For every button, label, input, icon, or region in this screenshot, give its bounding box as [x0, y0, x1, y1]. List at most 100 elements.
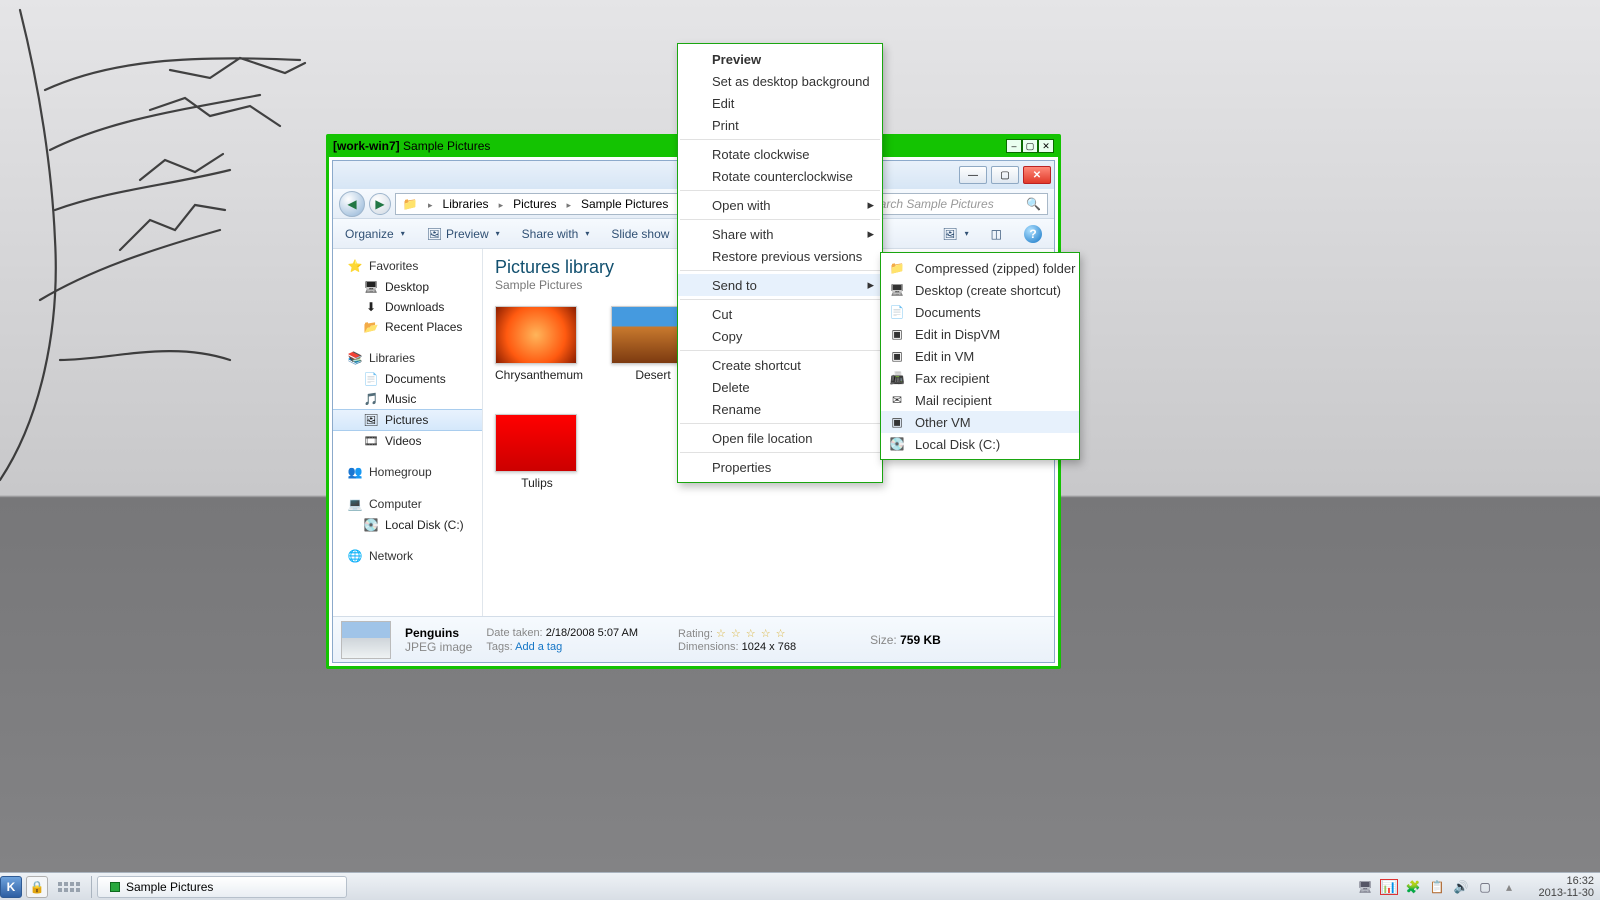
thumb-chrysanthemum[interactable]: Chrysanthemum	[495, 306, 579, 388]
submenu-icon: 📄	[889, 304, 905, 320]
tray-volume-icon[interactable]: 🔊	[1452, 879, 1470, 895]
menu-item[interactable]: Set as desktop background	[678, 70, 882, 92]
menu-item[interactable]: Copy	[678, 325, 882, 347]
preview-pane-button[interactable]: ◫	[991, 227, 1002, 241]
nav-localdisk[interactable]: 💽Local Disk (C:)	[333, 515, 482, 535]
folder-icon: 📁	[402, 197, 418, 211]
nav-libraries[interactable]: 📚Libraries	[333, 347, 482, 369]
kde-start-button[interactable]: K	[0, 876, 22, 898]
tray-clipboard-icon[interactable]: 📋	[1428, 879, 1446, 895]
slideshow-button[interactable]: Slide show	[611, 227, 669, 241]
outer-title-prefix: [work-win7]	[333, 139, 400, 153]
nav-downloads[interactable]: ⬇Downloads	[333, 297, 482, 317]
inner-close-button[interactable]: ✕	[1023, 166, 1051, 184]
nav-pictures[interactable]: 🖼Pictures	[333, 409, 482, 431]
crumb-libraries[interactable]: Libraries	[443, 197, 489, 211]
nav-music[interactable]: 🎵Music	[333, 389, 482, 409]
submenu-item[interactable]: ▣Edit in DispVM	[881, 323, 1079, 345]
submenu-icon: ▣	[889, 348, 905, 364]
submenu-icon: 📁	[889, 260, 905, 276]
nav-videos[interactable]: 🎞Videos	[333, 431, 482, 451]
details-type: JPEG image	[405, 640, 472, 654]
tray-puzzle-icon[interactable]: 🧩	[1404, 879, 1422, 895]
menu-item[interactable]: Delete	[678, 376, 882, 398]
taskbar-task-sample-pictures[interactable]: Sample Pictures	[97, 876, 347, 898]
forward-button[interactable]: ▶	[369, 193, 391, 215]
submenu-item[interactable]: 📠Fax recipient	[881, 367, 1079, 389]
details-name: Penguins	[405, 626, 459, 640]
outer-title-text: Sample Pictures	[403, 139, 490, 153]
submenu-item[interactable]: 💽Local Disk (C:)	[881, 433, 1079, 455]
thumbnail-label: Tulips	[495, 476, 579, 490]
view-mode-button[interactable]: 🖼	[942, 227, 968, 241]
pictures-icon: 🖼	[363, 413, 379, 427]
submenu-item[interactable]: ▣Edit in VM	[881, 345, 1079, 367]
help-button[interactable]: ?	[1024, 225, 1042, 243]
tray-display-icon[interactable]: ▢	[1476, 879, 1494, 895]
tray-expand-icon[interactable]: ▴	[1500, 879, 1518, 895]
nav-homegroup[interactable]: 👥Homegroup	[333, 461, 482, 483]
menu-item[interactable]: Open file location	[678, 427, 882, 449]
nav-computer[interactable]: 💻Computer	[333, 493, 482, 515]
homegroup-icon: 👥	[347, 465, 363, 479]
menu-item[interactable]: Send to▸	[678, 274, 882, 296]
computer-icon: 💻	[347, 497, 363, 511]
menu-item[interactable]: Properties	[678, 456, 882, 478]
menu-item[interactable]: Print	[678, 114, 882, 136]
tray-qubes-manager-icon[interactable]: 📊	[1380, 879, 1398, 895]
outer-close-button[interactable]: ✕	[1038, 139, 1054, 153]
inner-minimize-button[interactable]: —	[959, 166, 987, 184]
submenu-item[interactable]: 📁Compressed (zipped) folder	[881, 257, 1079, 279]
disk-icon: 💽	[363, 518, 379, 532]
menu-item[interactable]: Rotate counterclockwise	[678, 165, 882, 187]
crumb-pictures[interactable]: Pictures	[513, 197, 556, 211]
add-tag-link[interactable]: Add a tag	[515, 641, 562, 653]
nav-favorites[interactable]: ⭐Favorites	[333, 255, 482, 277]
organize-menu[interactable]: Organize	[345, 227, 405, 241]
submenu-item[interactable]: ▣Other VM	[881, 411, 1079, 433]
preview-menu[interactable]: 🖼 Preview	[427, 227, 500, 241]
thumbnail-label: Chrysanthemum	[495, 368, 579, 382]
thumb-tulips[interactable]: Tulips	[495, 414, 579, 490]
submenu-item[interactable]: 📄Documents	[881, 301, 1079, 323]
search-placeholder: Search Sample Pictures	[865, 197, 994, 211]
nav-desktop[interactable]: 🖥Desktop	[333, 277, 482, 297]
lock-screen-button[interactable]	[26, 876, 48, 898]
thumbnail-image	[495, 306, 577, 364]
outer-maximize-button[interactable]: ▢	[1022, 139, 1038, 153]
downloads-icon: ⬇	[363, 300, 379, 314]
rating-stars[interactable]: ☆ ☆ ☆ ☆ ☆	[716, 628, 787, 640]
submenu-item[interactable]: 🖥Desktop (create shortcut)	[881, 279, 1079, 301]
menu-item[interactable]: Restore previous versions	[678, 245, 882, 267]
view-icon: 🖼	[942, 227, 957, 241]
menu-item[interactable]: Rename	[678, 398, 882, 420]
crumb-sample-pictures[interactable]: Sample Pictures	[581, 197, 668, 211]
menu-item[interactable]: Share with▸	[678, 223, 882, 245]
menu-item[interactable]: Rotate clockwise	[678, 143, 882, 165]
clock[interactable]: 16:322013-11-30	[1524, 875, 1594, 899]
network-icon: 🌐	[347, 549, 363, 563]
submenu-icon: 🖥	[889, 282, 905, 298]
nav-recent[interactable]: 📂Recent Places	[333, 317, 482, 337]
pager[interactable]	[58, 882, 80, 892]
music-icon: 🎵	[363, 392, 379, 406]
submenu-item[interactable]: ✉Mail recipient	[881, 389, 1079, 411]
search-input[interactable]: Search Sample Pictures 🔍	[858, 193, 1048, 215]
inner-maximize-button[interactable]: ▢	[991, 166, 1019, 184]
menu-item[interactable]: Cut	[678, 303, 882, 325]
sendto-submenu[interactable]: 📁Compressed (zipped) folder🖥Desktop (cre…	[880, 252, 1080, 460]
back-button[interactable]: ◀	[339, 191, 365, 217]
tray-monitor-icon[interactable]: 🖥	[1356, 879, 1374, 895]
menu-item[interactable]: Edit	[678, 92, 882, 114]
nav-documents[interactable]: 📄Documents	[333, 369, 482, 389]
taskbar[interactable]: K Sample Pictures 🖥 📊 🧩 📋 🔊 ▢ ▴ 16:32201…	[0, 872, 1600, 900]
outer-minimize-button[interactable]: –	[1006, 139, 1022, 153]
context-menu[interactable]: PreviewSet as desktop backgroundEditPrin…	[677, 43, 883, 483]
share-menu[interactable]: Share with	[522, 227, 590, 241]
wallpaper-tree-silhouette	[0, 0, 330, 500]
menu-item[interactable]: Preview	[678, 48, 882, 70]
menu-item[interactable]: Open with▸	[678, 194, 882, 216]
nav-network[interactable]: 🌐Network	[333, 545, 482, 567]
menu-item[interactable]: Create shortcut	[678, 354, 882, 376]
submenu-icon: 💽	[889, 436, 905, 452]
